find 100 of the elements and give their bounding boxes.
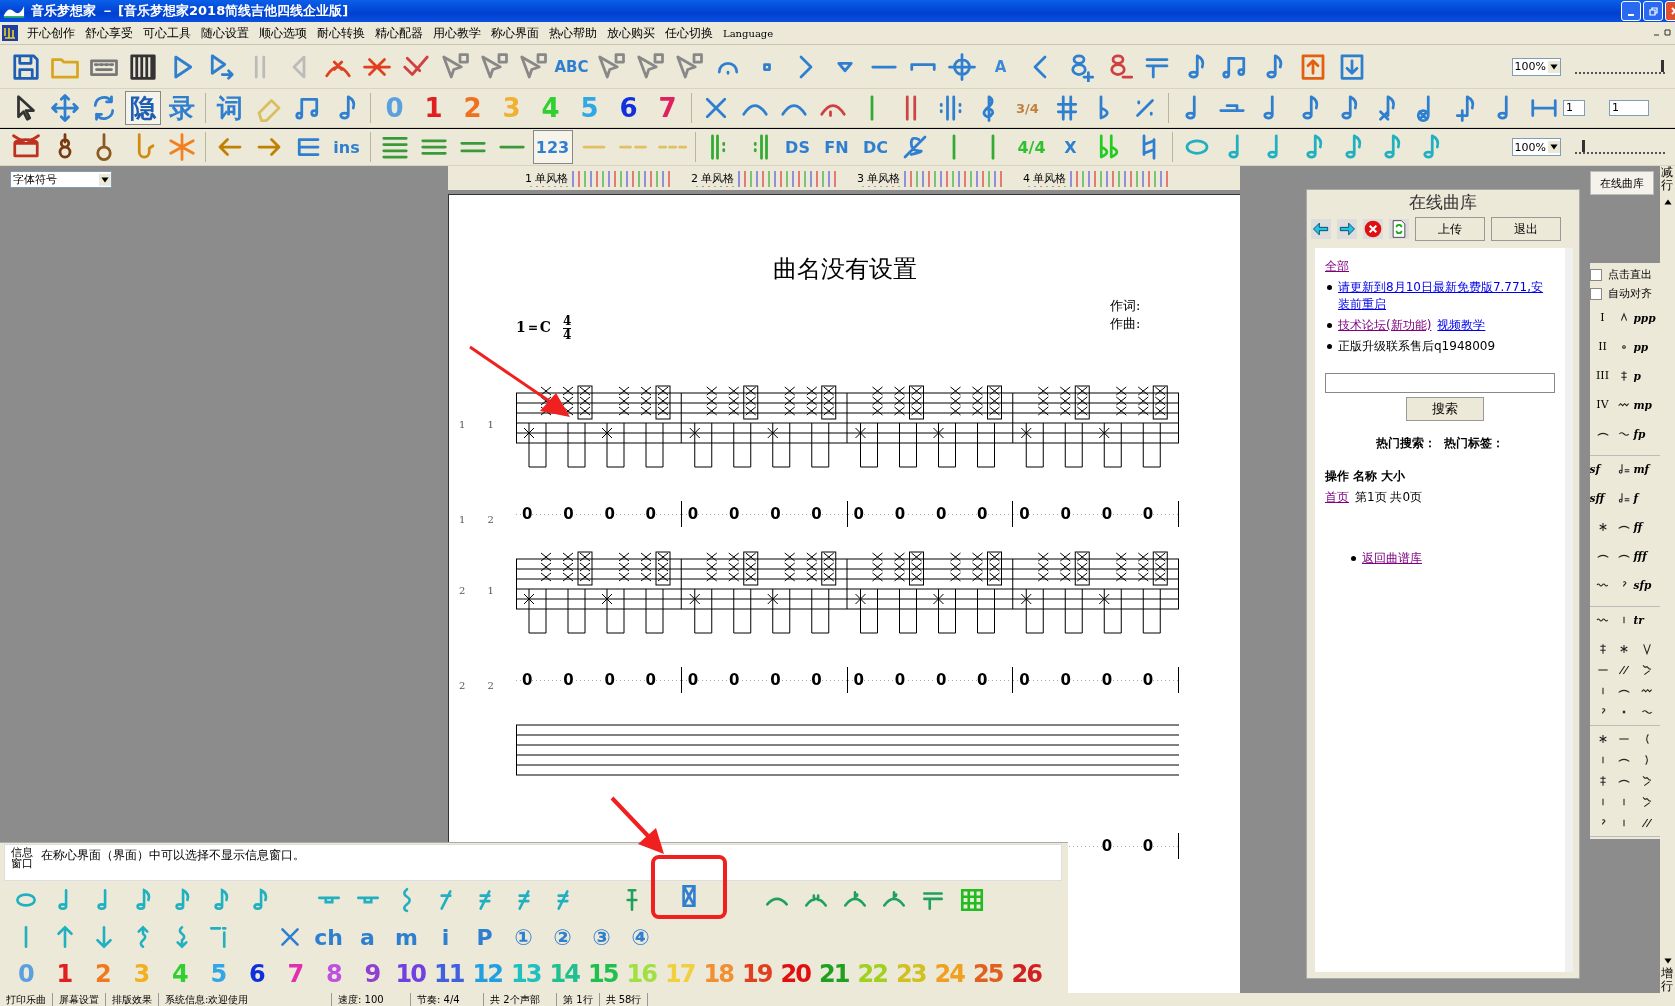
fret-number-button[interactable]: 1 xyxy=(44,960,83,989)
fret-number-button[interactable]: 7 xyxy=(275,960,314,989)
fret-number-button[interactable]: 8 xyxy=(314,960,353,989)
palette-symbol[interactable]: mf xyxy=(1633,460,1660,486)
palette-symbol[interactable]: f xyxy=(1633,489,1660,515)
toolbar-button[interactable]: 6 xyxy=(610,91,647,125)
toolbar-button[interactable]: 隐 xyxy=(124,91,161,125)
menu-item[interactable]: 称心界面 xyxy=(488,24,546,42)
fret-number-button[interactable]: 11 xyxy=(429,960,468,989)
toolbar-button[interactable]: DC xyxy=(857,130,894,164)
palette-symbol[interactable]: tr xyxy=(1633,611,1660,637)
palette-symbol[interactable]: pp xyxy=(1633,338,1660,364)
link[interactable]: 返回曲谱库 xyxy=(1362,550,1422,567)
palette-symbol[interactable]: sff xyxy=(1590,489,1616,515)
fret-number-button[interactable]: 26 xyxy=(1007,960,1046,989)
exit-button[interactable]: 退出 xyxy=(1491,217,1561,241)
toolbar-button[interactable]: 7 xyxy=(649,91,686,125)
style-tab[interactable]: 1 单风格 xyxy=(525,170,571,186)
link[interactable]: 首页 xyxy=(1325,489,1349,506)
technique-button[interactable]: a xyxy=(348,924,387,950)
link[interactable]: 视频教学 xyxy=(1437,317,1486,334)
toolbar-button[interactable]: DS xyxy=(779,130,816,164)
palette-symbol[interactable]: III xyxy=(1595,367,1609,385)
checkbox[interactable] xyxy=(1590,287,1602,300)
palette-symbol[interactable]: fp xyxy=(1633,425,1660,451)
link[interactable]: 请更新到8月10日最新免费版7.771,安装前重启 xyxy=(1338,279,1555,313)
minimize-button[interactable] xyxy=(1621,1,1641,21)
fret-number-button[interactable]: 25 xyxy=(968,960,1007,989)
add-rows-button[interactable]: 增行 xyxy=(1661,966,1674,993)
fret-number-button[interactable]: 10 xyxy=(391,960,430,989)
menu-item[interactable]: 耐心转换 xyxy=(314,24,372,42)
technique-button[interactable]: P xyxy=(465,924,504,950)
palette-symbol[interactable]: II xyxy=(1598,338,1607,356)
reduce-rows-button[interactable]: 减行 xyxy=(1661,166,1674,193)
link[interactable]: 全部 xyxy=(1325,258,1349,275)
palette-symbol[interactable]: IV xyxy=(1596,396,1609,414)
toolbar-button[interactable]: 123 xyxy=(532,130,573,164)
toolbar-button[interactable]: 录 xyxy=(163,91,200,125)
toolbar-button[interactable]: 词 xyxy=(211,91,248,125)
menu-item[interactable]: 舒心享受 xyxy=(82,24,140,42)
upload-button[interactable]: 上传 xyxy=(1415,217,1485,241)
link[interactable]: 技术论坛(新功能) xyxy=(1338,317,1432,334)
palette-symbol[interactable]: mp xyxy=(1633,396,1660,422)
toolbar-button[interactable]: ABC xyxy=(553,49,590,84)
toolbar-button[interactable]: X xyxy=(1052,130,1089,164)
zoom-select[interactable]: 100% xyxy=(1511,57,1561,76)
palette-symbol[interactable]: ppp xyxy=(1633,309,1660,335)
menu-item[interactable]: 任心切换 xyxy=(662,24,720,42)
number-field[interactable]: 1 xyxy=(1563,100,1585,116)
technique-button[interactable]: ③ xyxy=(582,924,621,950)
palette-symbol[interactable]: p xyxy=(1633,367,1660,393)
menu-item[interactable]: 随心设置 xyxy=(198,24,256,42)
menu-item[interactable]: 开心创作 xyxy=(24,24,82,42)
zoom-select[interactable]: 100% xyxy=(1511,138,1561,156)
checkbox[interactable] xyxy=(1590,268,1602,281)
search-field[interactable] xyxy=(1325,373,1555,393)
menu-item[interactable]: 热心帮助 xyxy=(546,24,604,42)
menu-item[interactable]: 可心工具 xyxy=(140,24,198,42)
style-tab[interactable]: 3 单风格 xyxy=(857,170,903,186)
refresh-icon[interactable] xyxy=(1389,219,1409,239)
fret-number-button[interactable]: 6 xyxy=(237,960,276,989)
menu-item[interactable]: 放心购买 xyxy=(604,24,662,42)
toolbar-button[interactable]: ins xyxy=(328,130,365,164)
menu-item[interactable]: 精心配器 xyxy=(372,24,430,42)
toolbar-button[interactable]: FN xyxy=(818,130,855,164)
menu-item[interactable]: Language xyxy=(720,27,781,39)
toolbar-button[interactable]: 1 xyxy=(415,91,452,125)
save-icon[interactable] xyxy=(10,51,41,82)
online-library-button[interactable]: 在线曲库 xyxy=(1590,171,1654,195)
fret-number-button[interactable]: 19 xyxy=(737,960,776,989)
slider-thumb[interactable] xyxy=(1581,140,1585,152)
move-icon[interactable] xyxy=(49,93,80,123)
fret-number-button[interactable]: 9 xyxy=(352,960,391,989)
technique-button[interactable]: ch xyxy=(309,924,348,950)
font-select[interactable]: 字体符号 xyxy=(10,171,112,188)
palette-symbol[interactable]: I xyxy=(1600,309,1605,327)
back-arrow-icon[interactable] xyxy=(1311,219,1331,239)
slider[interactable] xyxy=(1575,140,1665,154)
palette-symbol[interactable]: sfp xyxy=(1633,576,1660,602)
toolbar-button[interactable]: A xyxy=(982,49,1019,84)
palette-symbol[interactable]: sf xyxy=(1590,460,1616,486)
style-tab[interactable]: 2 单风格 xyxy=(691,170,737,186)
crosshair-icon[interactable] xyxy=(946,51,977,82)
forward-arrow-icon[interactable] xyxy=(1337,219,1357,239)
stop-icon[interactable] xyxy=(1363,219,1383,239)
palette-symbol[interactable]: fff xyxy=(1633,547,1660,573)
palette-symbol[interactable]: ff xyxy=(1633,518,1660,544)
style-tab[interactable]: 4 单风格 xyxy=(1023,170,1069,186)
fret-number-button[interactable]: 20 xyxy=(776,960,815,989)
technique-button[interactable]: ④ xyxy=(621,924,660,950)
search-button[interactable]: 搜索 xyxy=(1406,397,1484,421)
technique-button[interactable]: ② xyxy=(543,924,582,950)
technique-button[interactable]: ① xyxy=(504,924,543,950)
slider[interactable] xyxy=(1575,59,1665,74)
menu-item[interactable]: 顺心选项 xyxy=(256,24,314,42)
piano-keys-icon[interactable] xyxy=(127,51,158,82)
slider-thumb[interactable] xyxy=(1661,59,1664,72)
technique-button[interactable]: m xyxy=(387,924,426,950)
number-field[interactable]: 1 xyxy=(1609,100,1649,116)
grid-icon[interactable] xyxy=(958,886,985,913)
